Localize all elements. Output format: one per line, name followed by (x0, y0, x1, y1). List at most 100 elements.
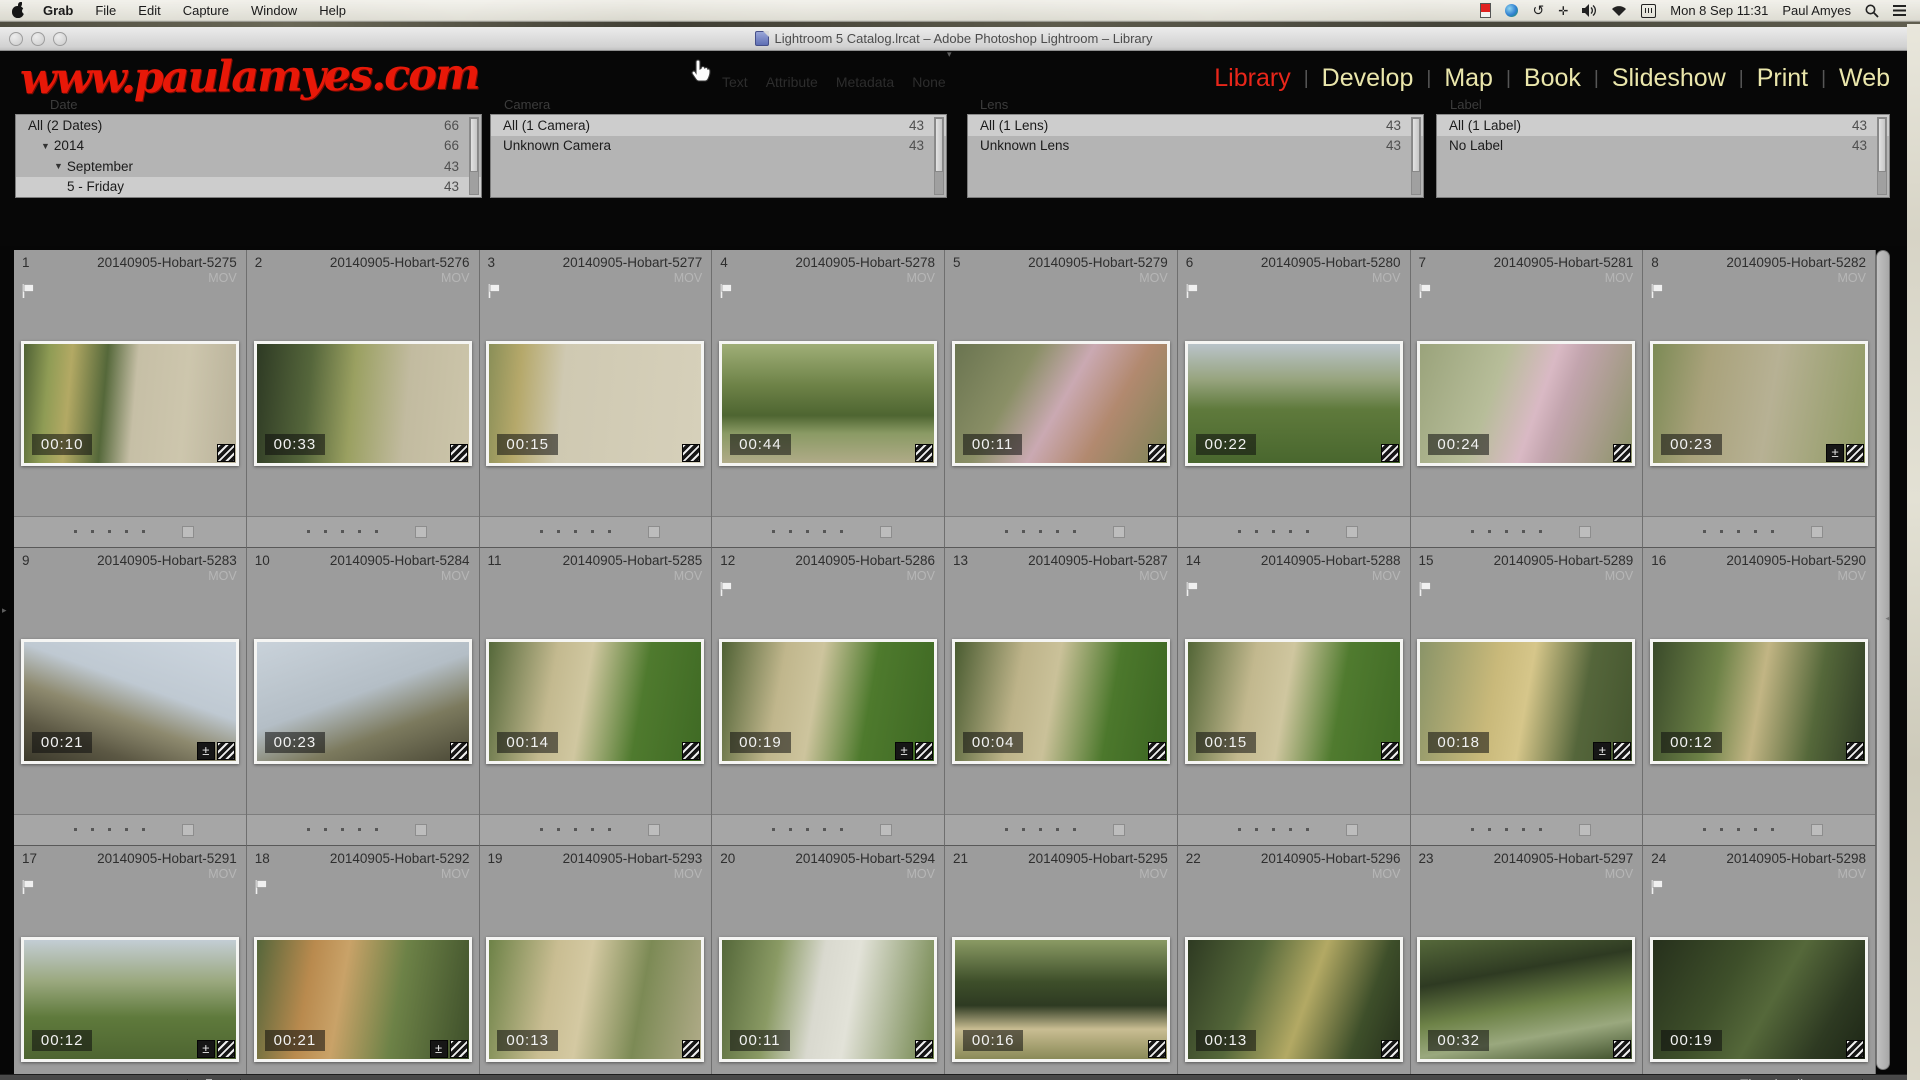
flag-icon[interactable] (21, 283, 36, 299)
module-tab-map[interactable]: Map (1444, 64, 1493, 93)
filter-row[interactable]: All (1 Label)43 (1437, 115, 1889, 136)
video-thumbnail[interactable]: 00:11 ± (719, 937, 937, 1062)
grid-cell[interactable]: 5 20140905-Hobart-5279 MOV 00:11 ± (945, 250, 1178, 548)
grid-cell[interactable]: 9 20140905-Hobart-5283 MOV 00:21 ± (14, 548, 247, 846)
grid-cell[interactable]: 17 20140905-Hobart-5291 MOV 00:12 ± (14, 846, 247, 1074)
spotlight-icon[interactable] (1865, 4, 1879, 18)
rotate-button[interactable] (182, 824, 194, 836)
video-thumbnail[interactable]: 00:18 ± (1417, 639, 1635, 764)
volume-icon[interactable] (1582, 4, 1597, 17)
grid-cell[interactable]: 8 20140905-Hobart-5282 MOV 00:23 ± (1643, 250, 1876, 548)
rotate-button[interactable] (1811, 824, 1823, 836)
filter-option-metadata[interactable]: Metadata (836, 74, 894, 90)
top-panel-grip[interactable]: ▾ (947, 50, 952, 59)
grid-cell[interactable]: 3 20140905-Hobart-5277 MOV 00:15 ± (480, 250, 713, 548)
video-badge-icon[interactable] (217, 742, 235, 760)
menubar-item-edit[interactable]: Edit (138, 3, 160, 18)
disclosure-triangle-icon[interactable]: ▼ (54, 161, 63, 171)
rating-dots[interactable] (540, 530, 611, 533)
video-badge-icon[interactable] (450, 1040, 468, 1058)
notification-center-icon[interactable] (1893, 5, 1906, 16)
filter-option-none[interactable]: None (912, 74, 945, 90)
module-tab-develop[interactable]: Develop (1322, 64, 1414, 93)
video-thumbnail[interactable]: 00:10 ± (21, 341, 239, 466)
filter-scrollbar-thumb[interactable] (1412, 118, 1420, 172)
video-badge-icon[interactable] (217, 444, 235, 462)
video-thumbnail[interactable]: 00:15 ± (1185, 639, 1403, 764)
filter-row[interactable]: All (1 Lens)43 (968, 115, 1423, 136)
rotate-button[interactable] (1346, 526, 1358, 538)
module-tab-book[interactable]: Book (1524, 64, 1581, 93)
video-badge-icon[interactable] (450, 444, 468, 462)
rotate-button[interactable] (1579, 526, 1591, 538)
menubar-item-window[interactable]: Window (251, 3, 297, 18)
video-badge-icon[interactable] (915, 1040, 933, 1058)
rotate-button[interactable] (1811, 526, 1823, 538)
keyboard-viewer-icon[interactable] (1641, 4, 1656, 18)
grid-scrollbar-thumb[interactable] (1877, 251, 1889, 1069)
filter-column-caption-lens[interactable]: Lens (980, 97, 1008, 112)
time-machine-icon[interactable]: ↺ (1532, 4, 1544, 17)
filter-option-text[interactable]: Text (722, 74, 748, 90)
adjustments-badge-icon[interactable]: ± (197, 1040, 215, 1058)
filter-column-caption-date[interactable]: Date (50, 97, 77, 112)
rating-dots[interactable] (1005, 530, 1076, 533)
video-badge-icon[interactable] (682, 444, 700, 462)
video-thumbnail[interactable]: 00:13 ± (486, 937, 704, 1062)
video-thumbnail[interactable]: 00:16 ± (952, 937, 1170, 1062)
grab-status-icon[interactable] (1480, 3, 1491, 18)
video-thumbnail[interactable]: 00:04 ± (952, 639, 1170, 764)
video-thumbnail[interactable]: 00:12 ± (21, 937, 239, 1062)
grid-cell[interactable]: 4 20140905-Hobart-5278 MOV 00:44 ± (712, 250, 945, 548)
filter-row[interactable]: All (1 Camera)43 (491, 115, 946, 136)
rating-dots[interactable] (74, 828, 145, 831)
video-badge-icon[interactable] (1148, 742, 1166, 760)
video-thumbnail[interactable]: 00:14 ± (486, 639, 704, 764)
video-thumbnail[interactable]: 00:32 ± (1417, 937, 1635, 1062)
rating-dots[interactable] (307, 530, 378, 533)
video-badge-icon[interactable] (1613, 444, 1631, 462)
wifi-icon[interactable] (1611, 5, 1627, 17)
disclosure-triangle-icon[interactable]: ▼ (41, 141, 50, 151)
rotate-button[interactable] (1579, 824, 1591, 836)
rotate-button[interactable] (648, 526, 660, 538)
adjustments-badge-icon[interactable]: ± (1593, 742, 1611, 760)
flag-icon[interactable] (487, 283, 502, 299)
menubar-item-grab[interactable]: Grab (43, 3, 73, 18)
video-badge-icon[interactable] (450, 742, 468, 760)
grid-cell[interactable]: 14 20140905-Hobart-5288 MOV 00:15 ± (1178, 548, 1411, 846)
rating-dots[interactable] (540, 828, 611, 831)
rating-dots[interactable] (74, 530, 145, 533)
video-thumbnail[interactable]: 00:22 ± (1185, 341, 1403, 466)
filter-row[interactable]: All (2 Dates)66 (16, 115, 481, 136)
rotate-button[interactable] (1346, 824, 1358, 836)
grid-cell[interactable]: 19 20140905-Hobart-5293 MOV 00:13 ± (480, 846, 713, 1074)
grid-cell[interactable]: 21 20140905-Hobart-5295 MOV 00:16 ± (945, 846, 1178, 1074)
filter-row[interactable]: ▼201466 (16, 136, 481, 157)
filter-scrollbar-thumb[interactable] (470, 118, 478, 172)
menubar-item-capture[interactable]: Capture (183, 3, 229, 18)
location-icon[interactable]: ✛ (1558, 4, 1568, 18)
video-thumbnail[interactable]: 00:15 ± (486, 341, 704, 466)
flag-icon[interactable] (1650, 283, 1665, 299)
grid-cell[interactable]: 22 20140905-Hobart-5296 MOV 00:13 ± (1178, 846, 1411, 1074)
menubar-clock[interactable]: Mon 8 Sep 11:31 (1670, 3, 1768, 18)
left-panel-grip[interactable]: ▸ (2, 606, 7, 615)
video-badge-icon[interactable] (1613, 742, 1631, 760)
rotate-button[interactable] (648, 824, 660, 836)
filter-row[interactable]: Unknown Camera43 (491, 136, 946, 157)
rotate-button[interactable] (1113, 824, 1125, 836)
video-badge-icon[interactable] (1148, 1040, 1166, 1058)
filter-column-scrollbar[interactable] (1411, 117, 1421, 195)
video-badge-icon[interactable] (682, 1040, 700, 1058)
rotate-button[interactable] (415, 824, 427, 836)
grid-cell[interactable]: 1 20140905-Hobart-5275 MOV 00:10 ± (14, 250, 247, 548)
video-badge-icon[interactable] (682, 742, 700, 760)
video-thumbnail[interactable]: 00:21 ± (21, 639, 239, 764)
filter-column-scrollbar[interactable] (934, 117, 944, 195)
flag-icon[interactable] (1418, 283, 1433, 299)
filter-option-attribute[interactable]: Attribute (766, 74, 818, 90)
video-thumbnail[interactable]: 00:33 ± (254, 341, 472, 466)
filter-scrollbar-thumb[interactable] (935, 118, 943, 172)
video-thumbnail[interactable]: 00:19 ± (1650, 937, 1868, 1062)
